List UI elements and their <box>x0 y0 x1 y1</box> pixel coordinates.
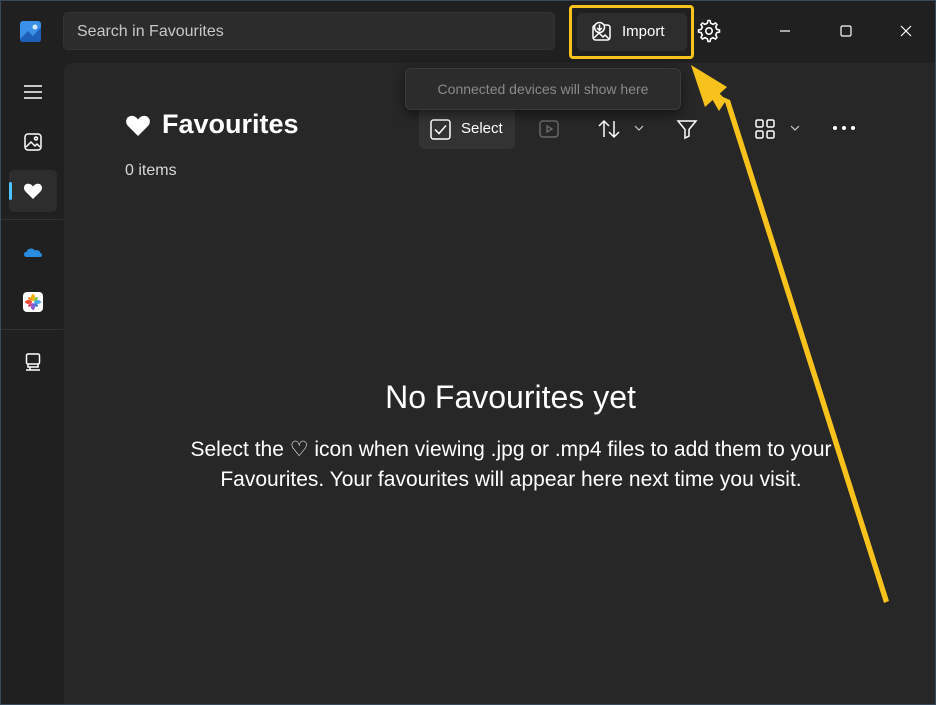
select-button[interactable]: Select <box>419 109 515 149</box>
settings-gear-icon[interactable] <box>696 18 722 44</box>
item-count: 0 items <box>125 162 177 179</box>
select-button-label: Select <box>461 120 503 137</box>
view-chevron-down-icon[interactable] <box>790 124 800 132</box>
sidebar-divider <box>1 329 63 330</box>
sidebar-item-gallery[interactable] <box>9 121 57 163</box>
this-pc-icon <box>25 353 41 371</box>
view-layout-icon[interactable] <box>754 118 776 140</box>
sidebar <box>1 63 63 704</box>
search-placeholder: Search in Favourites <box>77 23 224 40</box>
sidebar-divider <box>1 219 63 220</box>
maximize-button[interactable] <box>831 16 861 46</box>
import-highlight-box <box>569 5 694 59</box>
more-options-icon[interactable] <box>832 123 856 133</box>
checkbox-icon <box>430 119 451 140</box>
import-tooltip: Connected devices will show here <box>405 68 681 110</box>
empty-state-description: Select the ♡ icon when viewing .jpg or .… <box>190 438 832 491</box>
main-content: Favourites 0 items Select No Favourites … <box>64 63 935 704</box>
tooltip-text: Connected devices will show here <box>437 81 649 97</box>
slideshow-icon[interactable] <box>538 118 560 140</box>
page-title: Favourites <box>162 109 299 139</box>
sidebar-menu-button[interactable] <box>9 71 57 113</box>
sidebar-item-this-pc[interactable] <box>9 341 57 383</box>
minimize-button[interactable] <box>770 16 800 46</box>
photos-app-window: Search in Favourites Import Favourites 0… <box>0 0 936 705</box>
sort-chevron-down-icon[interactable] <box>634 124 644 132</box>
icloud-photos-icon <box>23 292 43 312</box>
title-bar: Search in Favourites Import <box>1 1 935 63</box>
sort-icon[interactable] <box>596 117 622 141</box>
heart-icon <box>23 183 43 199</box>
favourites-heart-icon <box>126 115 150 136</box>
search-input[interactable]: Search in Favourites <box>63 12 555 50</box>
empty-state-title: No Favourites yet <box>385 379 636 415</box>
sidebar-item-onedrive[interactable] <box>9 231 57 273</box>
gallery-icon <box>24 133 42 151</box>
active-indicator <box>9 182 12 200</box>
sidebar-item-favourites[interactable] <box>9 170 57 212</box>
onedrive-cloud-icon <box>24 248 42 257</box>
filter-icon[interactable] <box>676 118 698 140</box>
hamburger-menu-icon <box>24 85 42 99</box>
close-button[interactable] <box>891 16 921 46</box>
sidebar-item-icloud-photos[interactable] <box>9 281 57 323</box>
photos-app-logo-icon <box>20 21 41 42</box>
